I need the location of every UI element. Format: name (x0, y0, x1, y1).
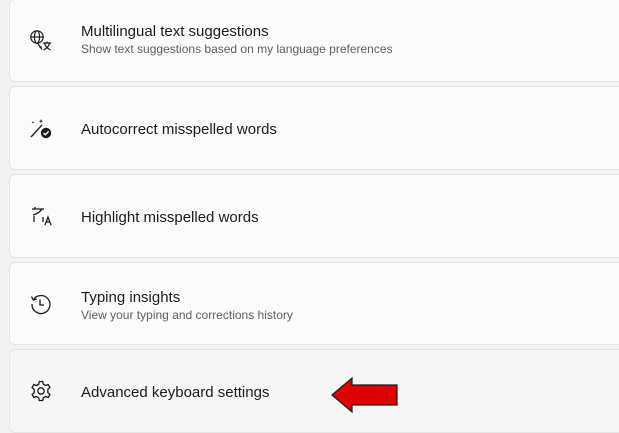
typing-settings-panel: Multilingual text suggestions Show text … (0, 0, 619, 433)
red-arrow-annotation (331, 376, 398, 414)
globe-language-icon (28, 28, 54, 54)
typing-insights-text: Typing insights View your typing and cor… (81, 288, 293, 323)
multilingual-suggestions-row[interactable]: Multilingual text suggestions Show text … (9, 0, 619, 82)
advanced-keyboard-settings-row[interactable]: Advanced keyboard settings (9, 349, 619, 433)
row-subtitle: View your typing and corrections history (81, 308, 293, 322)
history-icon (28, 291, 54, 317)
row-title: Typing insights (81, 289, 181, 306)
advanced-keyboard-text: Advanced keyboard settings (81, 383, 269, 402)
row-title: Autocorrect misspelled words (81, 121, 277, 138)
autocorrect-icon (28, 115, 54, 141)
row-title: Highlight misspelled words (81, 209, 259, 226)
typing-insights-row[interactable]: Typing insights View your typing and cor… (9, 262, 619, 345)
highlight-misspelled-row[interactable]: Highlight misspelled words (9, 174, 619, 258)
row-subtitle: Show text suggestions based on my langua… (81, 42, 393, 56)
highlight-misspelled-text: Highlight misspelled words (81, 208, 259, 227)
autocorrect-row[interactable]: Autocorrect misspelled words (9, 86, 619, 170)
autocorrect-text: Autocorrect misspelled words (81, 120, 277, 139)
multilingual-suggestions-text: Multilingual text suggestions Show text … (81, 22, 393, 57)
highlight-spelling-icon (28, 203, 54, 229)
gear-icon (28, 378, 54, 404)
row-title: Multilingual text suggestions (81, 23, 269, 40)
row-title: Advanced keyboard settings (81, 384, 270, 401)
